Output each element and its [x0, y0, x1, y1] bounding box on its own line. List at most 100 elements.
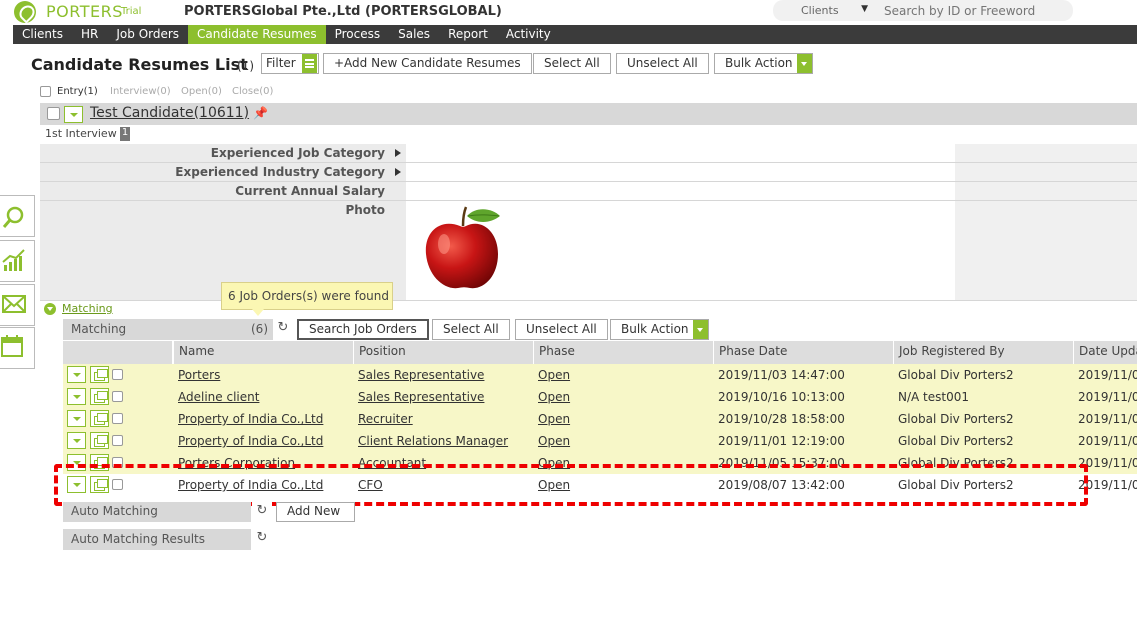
open-window-icon[interactable] — [90, 410, 109, 427]
column-header-phase[interactable]: Phase — [534, 341, 714, 364]
field-right-column — [955, 144, 1137, 301]
column-header-registered-by[interactable]: Job Registered By — [894, 341, 1074, 364]
page-count: (1) — [237, 59, 254, 73]
row-checkbox[interactable] — [112, 413, 123, 424]
mail-dock-button[interactable] — [0, 284, 35, 326]
status-tab-open[interactable]: Open(0) — [181, 86, 222, 97]
search-scope-select[interactable]: Clients ▼ — [773, 0, 876, 21]
open-window-icon[interactable] — [90, 388, 109, 405]
auto-matching-add-new-button[interactable]: Add New — [276, 502, 355, 522]
row-phase-link[interactable]: Open — [538, 390, 570, 404]
divider — [40, 200, 1137, 201]
nav-clients[interactable]: Clients — [13, 25, 72, 44]
chart-icon — [2, 249, 25, 271]
pin-icon[interactable]: 📌 — [253, 106, 268, 120]
refresh-icon[interactable]: ↻ — [252, 529, 272, 550]
row-position-link[interactable]: Sales Representative — [358, 390, 484, 404]
logo-text: PORTERS — [46, 2, 123, 21]
nav-report[interactable]: Report — [439, 25, 497, 44]
row-name-link[interactable]: Porters — [178, 368, 220, 382]
row-phase-link[interactable]: Open — [538, 368, 570, 382]
refresh-icon[interactable]: ↻ — [273, 319, 293, 340]
row-date-updated: 2019/11/0 — [1078, 368, 1137, 382]
bulk-action-button[interactable]: Bulk Action — [714, 53, 813, 74]
row-position-link[interactable]: Client Relations Manager — [358, 434, 508, 448]
matching-unselect-all-button[interactable]: Unselect All — [515, 319, 608, 340]
search-input[interactable] — [876, 0, 1073, 21]
row-dropdown-button[interactable] — [67, 366, 86, 383]
matching-bar-count: (6) — [251, 322, 268, 336]
column-header-position[interactable]: Position — [354, 341, 534, 364]
table-row[interactable]: Adeline client Sales Representative Open… — [63, 386, 1137, 408]
row-position-link[interactable]: Sales Representative — [358, 368, 484, 382]
row-checkbox[interactable] — [112, 369, 123, 380]
matching-toggle-link[interactable]: Matching — [62, 302, 113, 315]
column-header-name[interactable]: Name — [174, 341, 354, 364]
nav-job-orders[interactable]: Job Orders — [107, 25, 188, 44]
caret-down-icon — [797, 54, 812, 73]
auto-matching-results-bar: Auto Matching Results — [63, 529, 251, 550]
filter-button[interactable]: Filter — [261, 53, 319, 74]
nav-sales[interactable]: Sales — [389, 25, 439, 44]
status-tab-interview[interactable]: Interview(0) — [110, 86, 171, 97]
field-job-category-label: Experienced Job Category — [210, 146, 385, 160]
matching-bulk-action-button[interactable]: Bulk Action — [610, 319, 709, 340]
nav-candidate-resumes[interactable]: Candidate Resumes — [188, 25, 326, 44]
matching-bar: Matching (6) — [63, 319, 273, 340]
row-name-link[interactable]: Property of India Co.,Ltd — [178, 434, 323, 448]
search-job-orders-button[interactable]: Search Job Orders — [297, 319, 429, 340]
nav-hr[interactable]: HR — [72, 25, 107, 44]
table-row[interactable]: Property of India Co.,Ltd Client Relatio… — [63, 430, 1137, 452]
candidate-checkbox[interactable] — [47, 107, 60, 120]
menu-icon — [302, 54, 317, 73]
search-dock-button[interactable] — [0, 195, 35, 237]
nav-process[interactable]: Process — [326, 25, 390, 44]
select-all-checkbox[interactable] — [40, 86, 51, 97]
row-registered-by: N/A test001 — [898, 390, 969, 404]
filter-label: Filter — [266, 56, 296, 70]
open-window-icon[interactable] — [90, 366, 109, 383]
status-tab-close[interactable]: Close(0) — [232, 86, 273, 97]
row-name-link[interactable]: Adeline client — [178, 390, 259, 404]
report-dock-button[interactable] — [0, 240, 35, 282]
select-all-button[interactable]: Select All — [533, 53, 611, 74]
candidate-photo — [425, 206, 500, 289]
row-name-link[interactable]: Property of India Co.,Ltd — [178, 412, 323, 426]
expand-arrow-icon[interactable] — [395, 168, 401, 176]
nav-activity[interactable]: Activity — [497, 25, 560, 44]
column-header-date-updated[interactable]: Date Upda — [1074, 341, 1137, 364]
matching-collapse-icon[interactable] — [44, 303, 56, 315]
stage-count-badge: 1 — [120, 127, 130, 141]
company-name: PORTERSGlobal Pte.,Ltd (PORTERSGLOBAL) — [184, 4, 502, 19]
refresh-icon[interactable]: ↻ — [252, 502, 272, 522]
field-industry-category-label: Experienced Industry Category — [175, 165, 385, 179]
candidate-name-link[interactable]: Test Candidate(10611) — [90, 105, 249, 121]
row-registered-by: Global Div Porters2 — [898, 368, 1014, 382]
row-dropdown-button[interactable] — [67, 388, 86, 405]
row-phase-link[interactable]: Open — [538, 434, 570, 448]
row-dropdown-button[interactable] — [67, 432, 86, 449]
divider — [40, 181, 1137, 182]
status-tab-entry[interactable]: Entry(1) — [57, 86, 98, 97]
column-header-phase-date[interactable]: Phase Date — [714, 341, 894, 364]
row-dropdown-button[interactable] — [67, 410, 86, 427]
chevron-down-icon: ▼ — [861, 4, 868, 14]
table-row[interactable]: Property of India Co.,Ltd Recruiter Open… — [63, 408, 1137, 430]
add-new-candidate-button[interactable]: +Add New Candidate Resumes — [323, 53, 532, 74]
table-row[interactable]: Porters Sales Representative Open 2019/1… — [63, 364, 1137, 386]
matching-select-all-button[interactable]: Select All — [432, 319, 510, 340]
row-position-link[interactable]: Recruiter — [358, 412, 413, 426]
row-checkbox[interactable] — [112, 435, 123, 446]
row-checkbox[interactable] — [112, 391, 123, 402]
row-phase-date: 2019/11/03 14:47:00 — [718, 368, 845, 382]
candidate-dropdown-button[interactable] — [64, 106, 83, 123]
stage-label: 1st Interview — [45, 127, 117, 140]
unselect-all-button[interactable]: Unselect All — [616, 53, 709, 74]
auto-matching-bar: Auto Matching — [63, 502, 251, 522]
open-window-icon[interactable] — [90, 432, 109, 449]
field-annual-salary-label: Current Annual Salary — [235, 184, 385, 198]
calendar-dock-button[interactable] — [0, 327, 35, 369]
row-phase-link[interactable]: Open — [538, 412, 570, 426]
expand-arrow-icon[interactable] — [395, 149, 401, 157]
calendar-icon — [1, 335, 23, 357]
